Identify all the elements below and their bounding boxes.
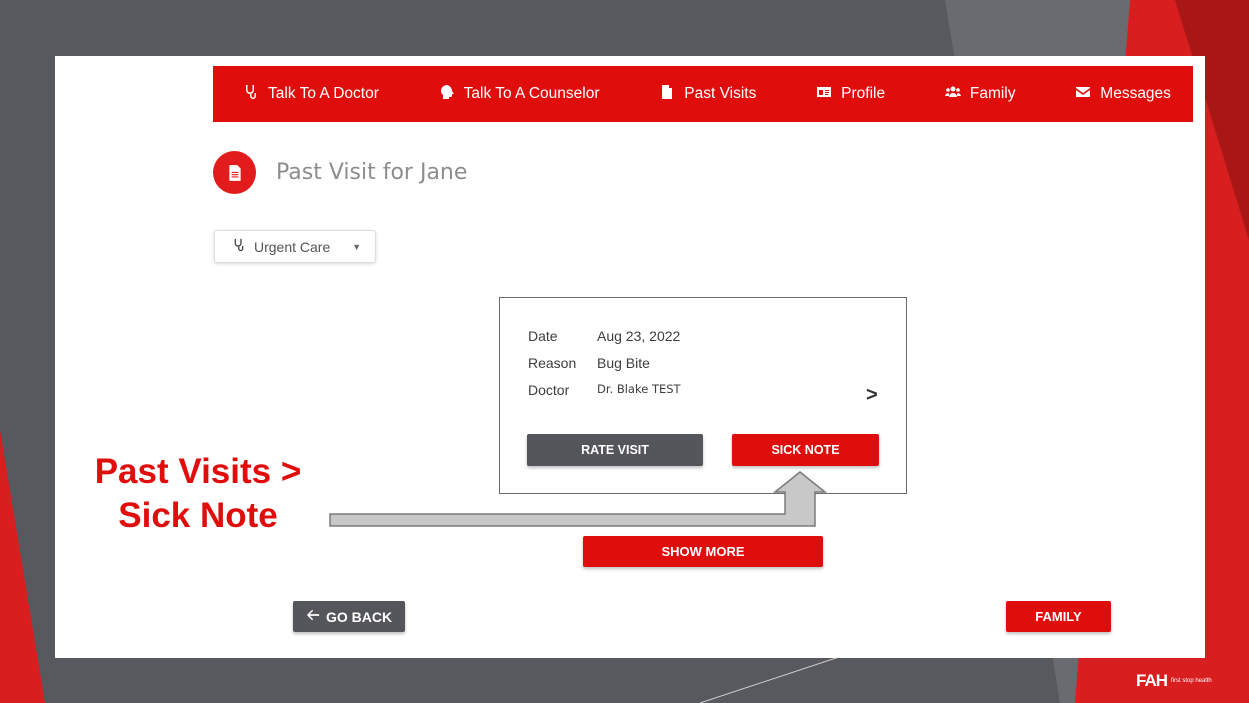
- nav-profile[interactable]: Profile: [816, 84, 885, 105]
- nav-label: Talk To A Doctor: [268, 85, 379, 102]
- callout-arrow: [329, 471, 828, 527]
- app-screenshot: Talk To A Doctor Talk To A Counselor Pas…: [55, 56, 1205, 658]
- page-title: Past Visit for Jane: [276, 160, 468, 185]
- doctor-row: Doctor Dr. Blake TEST: [528, 382, 681, 398]
- reason-value: Bug Bite: [597, 355, 650, 371]
- date-label: Date: [528, 328, 558, 344]
- top-navigation: Talk To A Doctor Talk To A Counselor Pas…: [213, 66, 1193, 122]
- select-value: Urgent Care: [254, 238, 331, 255]
- page-header: Past Visit for Jane: [213, 151, 467, 194]
- id-card-icon: [816, 84, 832, 105]
- go-back-label: GO BACK: [325, 608, 393, 625]
- arrow-left-icon: [306, 608, 320, 625]
- brand-logo: FAH first stop health: [1136, 671, 1212, 691]
- nav-label: Family: [969, 85, 1016, 102]
- date-row: Date Aug 23, 2022: [528, 328, 680, 344]
- nav-label: Past Visits: [684, 85, 757, 102]
- go-back-button[interactable]: GO BACK: [293, 601, 405, 632]
- nav-family[interactable]: Family: [944, 84, 1016, 105]
- caret-down-icon: ▼: [352, 241, 362, 252]
- callout-line-1: Past Visits >: [94, 452, 302, 491]
- envelope-icon: [1075, 84, 1091, 105]
- stethoscope-icon: [232, 238, 246, 255]
- sick-note-button[interactable]: SICK NOTE: [732, 434, 879, 466]
- doctor-label: Doctor: [528, 382, 570, 398]
- visit-card: Date Aug 23, 2022 Reason Bug Bite Doctor…: [499, 297, 907, 494]
- stethoscope-icon: [243, 84, 259, 105]
- reason-row: Reason Bug Bite: [528, 355, 650, 371]
- nav-label: Talk To A Counselor: [463, 85, 600, 102]
- family-button[interactable]: FAMILY: [1006, 601, 1111, 632]
- nav-label: Profile: [841, 85, 886, 102]
- logo-mark: FAH: [1136, 671, 1168, 690]
- chevron-right-icon[interactable]: >: [866, 384, 878, 407]
- callout-text: Past Visits > Sick Note: [78, 450, 318, 538]
- date-value: Aug 23, 2022: [597, 328, 681, 344]
- head-icon: [439, 84, 455, 105]
- nav-talk-to-counselor[interactable]: Talk To A Counselor: [439, 84, 600, 105]
- reason-label: Reason: [528, 355, 577, 371]
- document-icon: [213, 151, 256, 194]
- users-icon: [944, 84, 961, 105]
- visit-type-select[interactable]: Urgent Care ▼: [214, 230, 376, 263]
- document-icon: [659, 84, 675, 105]
- nav-talk-to-doctor[interactable]: Talk To A Doctor: [243, 84, 379, 105]
- logo-text: first stop health: [1171, 678, 1212, 684]
- doctor-value: Dr. Blake TEST: [597, 382, 681, 396]
- callout-line-2: Sick Note: [118, 496, 278, 535]
- nav-label: Messages: [1100, 85, 1171, 102]
- rate-visit-button[interactable]: RATE VISIT: [527, 434, 703, 466]
- show-more-button[interactable]: SHOW MORE: [583, 536, 823, 567]
- nav-messages[interactable]: Messages: [1075, 84, 1171, 105]
- nav-past-visits[interactable]: Past Visits: [659, 84, 756, 105]
